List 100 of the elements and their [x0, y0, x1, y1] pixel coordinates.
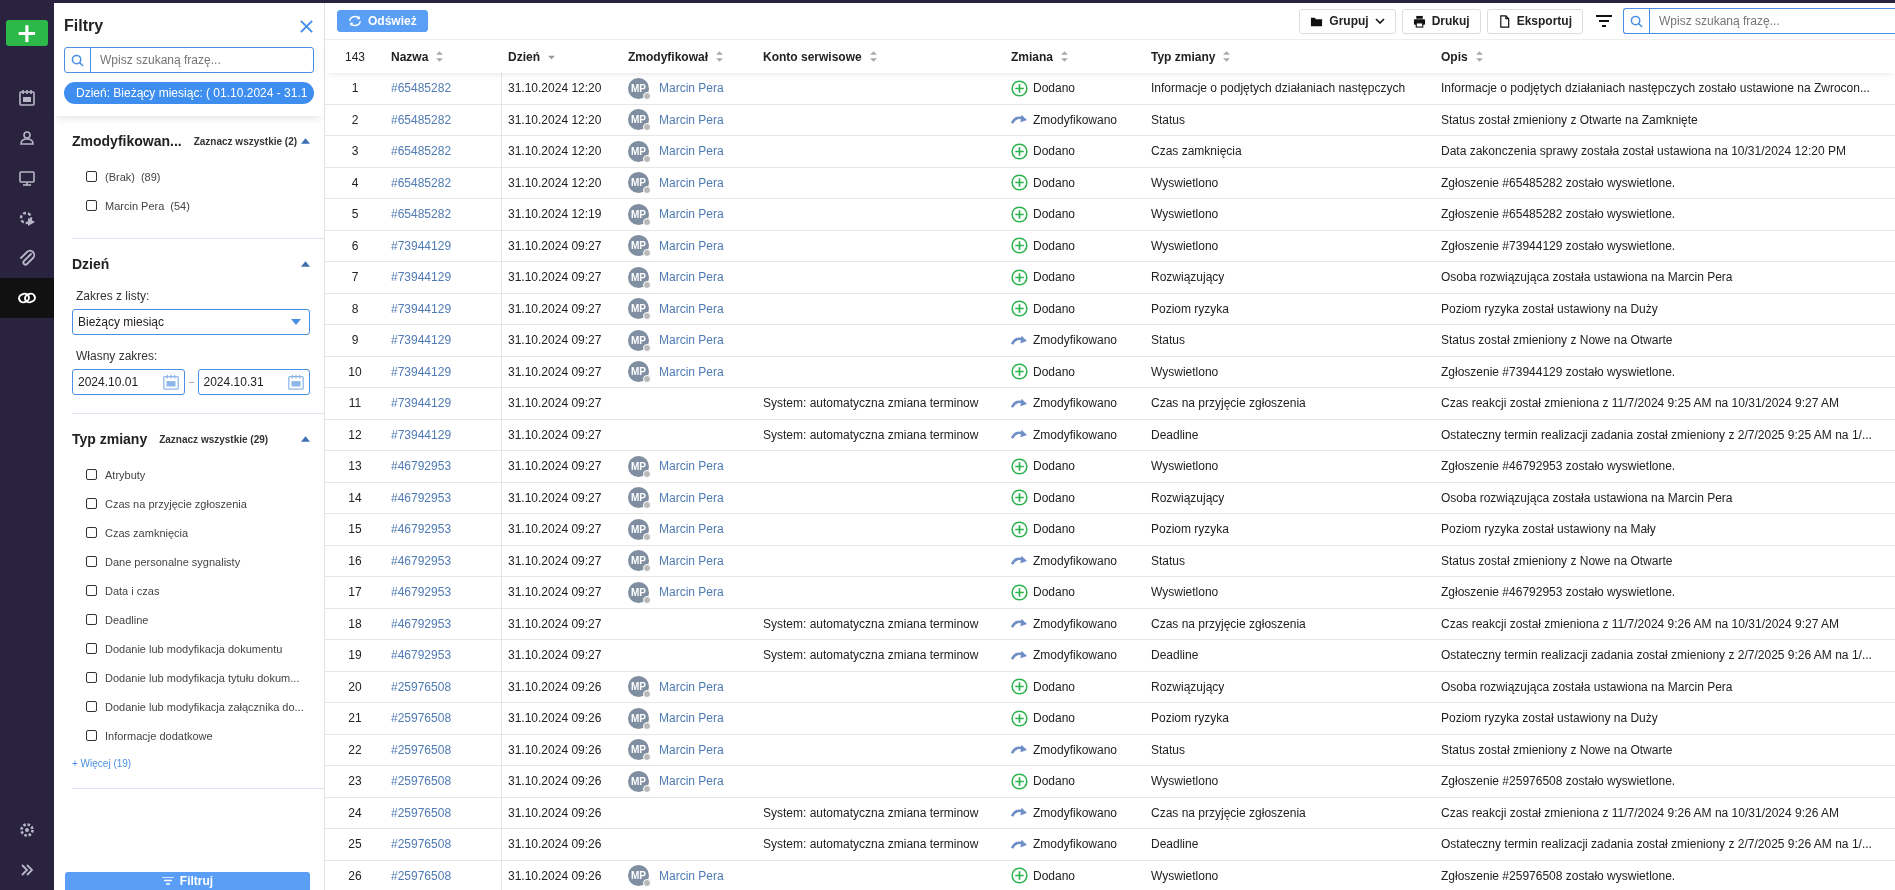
export-button[interactable]: Eksportuj: [1486, 8, 1583, 34]
user-link[interactable]: Marcin Pera: [659, 868, 724, 883]
column-header[interactable]: Zmiana: [1011, 49, 1053, 64]
user-link[interactable]: Marcin Pera: [659, 585, 724, 600]
ticket-link[interactable]: #25976508: [391, 774, 452, 789]
option-label[interactable]: Deadline: [105, 613, 149, 626]
checkbox[interactable]: [86, 171, 97, 182]
user-link[interactable]: Marcin Pera: [659, 238, 724, 253]
ticket-link[interactable]: #25976508: [391, 711, 452, 726]
user-link[interactable]: Marcin Pera: [659, 774, 724, 789]
close-icon[interactable]: [299, 18, 314, 34]
column-header[interactable]: Konto serwisowe: [763, 49, 862, 64]
checkbox[interactable]: [86, 585, 97, 596]
ticket-link[interactable]: #73944129: [391, 364, 452, 379]
select-all-link[interactable]: Zaznacz wszystkie (29): [159, 433, 269, 445]
ticket-link[interactable]: #73944129: [391, 238, 452, 253]
option-label[interactable]: Informacje dodatkowe: [105, 729, 213, 742]
checkbox[interactable]: [86, 672, 97, 683]
user-link[interactable]: Marcin Pera: [659, 175, 724, 190]
user-link[interactable]: Marcin Pera: [659, 207, 724, 222]
ticket-link[interactable]: #25976508: [391, 805, 452, 820]
column-header[interactable]: Nazwa: [391, 49, 429, 64]
ticket-link[interactable]: #73944129: [391, 427, 452, 442]
checkbox[interactable]: [86, 200, 97, 211]
ticket-link[interactable]: #25976508: [391, 868, 452, 883]
ticket-link[interactable]: #65485282: [391, 144, 452, 159]
option-label[interactable]: Czas na przyjęcie zgłoszenia: [105, 497, 247, 510]
user-link[interactable]: Marcin Pera: [659, 301, 724, 316]
ticket-link[interactable]: #65485282: [391, 112, 452, 127]
checkbox[interactable]: [86, 701, 97, 712]
column-header[interactable]: Typ zmiany: [1151, 49, 1216, 64]
user-link[interactable]: Marcin Pera: [659, 81, 724, 96]
option-label[interactable]: Dodanie lub modyfikacja dokumentu: [105, 642, 283, 655]
change-label: Dodano: [1033, 585, 1076, 600]
ticket-link[interactable]: #65485282: [391, 175, 452, 190]
option-label[interactable]: Data i czas: [105, 584, 160, 597]
ticket-link[interactable]: #65485282: [391, 207, 452, 222]
user-link[interactable]: Marcin Pera: [659, 333, 724, 348]
option-label[interactable]: Czas zamknięcia: [105, 526, 189, 539]
user-link[interactable]: Marcin Pera: [659, 144, 724, 159]
option-label[interactable]: Dodanie lub modyfikacja załącznika do...: [105, 700, 304, 713]
ticket-link[interactable]: #25976508: [391, 679, 452, 694]
filter-button[interactable]: Filtruj: [65, 872, 310, 890]
user-link[interactable]: Marcin Pera: [659, 270, 724, 285]
select-all-link[interactable]: Zaznacz wszystkie (2): [193, 135, 298, 147]
option-label[interactable]: Dodanie lub modyfikacja tytułu dokum...: [105, 671, 300, 684]
sidebar-item[interactable]: [0, 278, 54, 318]
ticket-link[interactable]: #25976508: [391, 742, 452, 757]
ticket-link[interactable]: #46792953: [391, 585, 452, 600]
ticket-link[interactable]: #25976508: [391, 837, 452, 852]
option-label[interactable]: Dane personalne sygnalisty: [105, 555, 241, 568]
date-field[interactable]: 2024.10.01: [72, 369, 185, 395]
ticket-link[interactable]: #73944129: [391, 396, 452, 411]
more-link[interactable]: + Więcej (19): [72, 758, 132, 769]
range-dropdown[interactable]: Bieżący miesiąc: [72, 309, 310, 335]
ticket-link[interactable]: #73944129: [391, 270, 452, 285]
user-link[interactable]: Marcin Pera: [659, 490, 724, 505]
ticket-link[interactable]: #65485282: [391, 81, 452, 96]
group-button[interactable]: Grupuj: [1299, 8, 1396, 34]
add-button[interactable]: +: [6, 20, 48, 46]
caret-up-icon[interactable]: [301, 138, 310, 144]
checkbox[interactable]: [86, 527, 97, 538]
ticket-link[interactable]: #73944129: [391, 301, 452, 316]
checkbox[interactable]: [86, 614, 97, 625]
column-header[interactable]: Opis: [1441, 49, 1468, 64]
user-link[interactable]: Marcin Pera: [659, 112, 724, 127]
checkbox[interactable]: [86, 730, 97, 741]
caret-up-icon[interactable]: [301, 261, 310, 267]
user-link[interactable]: Marcin Pera: [659, 742, 724, 757]
ticket-link[interactable]: #46792953: [391, 648, 452, 663]
filter-chip[interactable]: Dzień: Bieżący miesiąc: ( 01.10.2024 - 31.1: [64, 82, 314, 104]
print-button[interactable]: Drukuj: [1401, 8, 1481, 34]
column-header[interactable]: Dzień: [508, 49, 540, 64]
checkbox[interactable]: [86, 469, 97, 480]
option-label[interactable]: Marcin Pera: [105, 199, 165, 212]
ticket-link[interactable]: #46792953: [391, 522, 452, 537]
option-label[interactable]: Atrybuty: [105, 468, 146, 481]
user-link[interactable]: Marcin Pera: [659, 679, 724, 694]
user-link[interactable]: Marcin Pera: [659, 459, 724, 474]
checkbox[interactable]: [86, 643, 97, 654]
filter-icon[interactable]: [1595, 14, 1613, 28]
user-link[interactable]: Marcin Pera: [659, 522, 724, 537]
search-field[interactable]: Wpisz szukaną frazę...: [1623, 8, 1895, 34]
checkbox[interactable]: [86, 498, 97, 509]
settings-icon[interactable]: [17, 820, 37, 840]
ticket-link[interactable]: #46792953: [391, 553, 452, 568]
ticket-link[interactable]: #46792953: [391, 616, 452, 631]
column-header[interactable]: Zmodyfikował: [628, 49, 708, 64]
caret-up-icon[interactable]: [301, 436, 310, 442]
date-field[interactable]: 2024.10.31: [197, 369, 310, 395]
ticket-link[interactable]: #46792953: [391, 490, 452, 505]
user-link[interactable]: Marcin Pera: [659, 711, 724, 726]
refresh-button[interactable]: Odśwież: [337, 10, 428, 32]
user-link[interactable]: Marcin Pera: [659, 364, 724, 379]
ticket-link[interactable]: #73944129: [391, 333, 452, 348]
option-label[interactable]: (Brak): [105, 170, 135, 183]
checkbox[interactable]: [86, 556, 97, 567]
ticket-link[interactable]: #46792953: [391, 459, 452, 474]
user-link[interactable]: Marcin Pera: [659, 553, 724, 568]
search-field[interactable]: Wpisz szukaną frazę...: [64, 47, 314, 73]
